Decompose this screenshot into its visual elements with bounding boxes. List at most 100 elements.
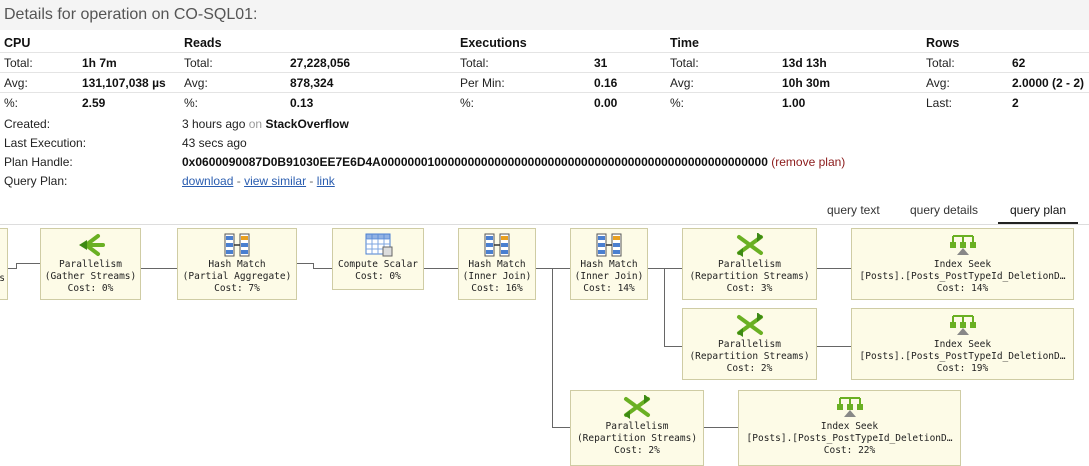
tab-bar: query text query details query plan: [0, 200, 1089, 224]
node-cost: Cost: 0%: [355, 271, 401, 282]
node-title: Index Seek: [933, 339, 992, 350]
time-header: Time: [670, 35, 699, 50]
node-title: Index Seek: [820, 421, 879, 432]
node-cost: Cost: 22%: [823, 445, 876, 456]
tab-query-plan[interactable]: query plan: [998, 200, 1079, 224]
plan-edge: [648, 268, 682, 269]
stat-value: 2.0000 (2 - 2): [1008, 72, 1089, 93]
stat-label: %:: [456, 92, 590, 112]
plan-node-index-seek-1[interactable]: Index Seek [Posts].[Posts_PostTypeId_Del…: [851, 228, 1074, 300]
stat-label: Avg:: [0, 72, 78, 93]
plan-node-parallelism-repartition-1[interactable]: Parallelism (Repartition Streams) Cost: …: [682, 228, 817, 300]
plan-node-parallelism-gather[interactable]: Parallelism (Gather Streams) Cost: 0%: [40, 228, 141, 300]
stat-label: %:: [0, 92, 78, 112]
rows-header: Rows: [926, 35, 960, 50]
plan-edge: [424, 268, 458, 269]
node-cost: Cost: 0%: [67, 283, 114, 294]
node-cost: Cost: 14%: [936, 283, 989, 294]
stat-value: 0.16: [590, 72, 666, 93]
last-exec-label: Last Execution:: [4, 136, 87, 150]
stat-label: Total:: [456, 52, 590, 73]
node-title: Parallelism: [718, 339, 781, 350]
stat-label: Avg:: [922, 72, 1008, 93]
plan-edge: [16, 263, 40, 264]
query-plan-diagram: s Parallelism (Gather Streams) Cost: 0% …: [0, 225, 1089, 466]
stat-value: 1.00: [778, 92, 922, 112]
hash-match-icon: [224, 233, 250, 257]
plan-node-index-seek-3[interactable]: Index Seek [Posts].[Posts_PostTypeId_Del…: [738, 390, 961, 466]
plan-node-hash-match-aggregate[interactable]: Hash Match (Partial Aggregate) Cost: 7%: [177, 228, 297, 300]
remove-plan-link[interactable]: (remove plan): [771, 155, 845, 169]
node-subtitle: [Posts].[Posts_PostTypeId_DeletionD…: [859, 271, 1066, 282]
stat-value: 0.00: [590, 92, 666, 112]
parallelism-icon: [736, 233, 763, 257]
separator: -: [236, 174, 241, 188]
stat-label: Total:: [922, 52, 1008, 73]
stat-value: 2.59: [78, 92, 180, 112]
node-subtitle: (Gather Streams): [44, 271, 137, 282]
node-title: Index Seek: [933, 259, 992, 270]
plan-edge: [664, 268, 665, 347]
plan-edge: [552, 427, 570, 428]
stat-value: 1h 7m: [78, 52, 180, 73]
node-cost: Cost: 16%: [471, 283, 523, 294]
plan-node-parallelism-repartition-3[interactable]: Parallelism (Repartition Streams) Cost: …: [570, 390, 704, 466]
link-link[interactable]: link: [317, 174, 335, 188]
last-exec-value: 43 secs ago: [182, 136, 247, 150]
stat-label: Total:: [666, 52, 778, 73]
reads-header: Reads: [184, 35, 222, 50]
stat-value: 13d 13h: [778, 52, 922, 73]
index-seek-icon: [836, 397, 863, 417]
view-similar-link[interactable]: view similar: [244, 174, 306, 188]
stat-value: 0.13: [286, 92, 456, 112]
stat-value: 31: [590, 52, 666, 73]
tab-query-text[interactable]: query text: [815, 200, 892, 222]
node-cost: Cost: 14%: [583, 283, 635, 294]
plan-edge: [8, 268, 16, 269]
created-db: StackOverflow: [265, 117, 349, 131]
node-subtitle: (Inner Join): [574, 271, 644, 282]
node-title: Compute Scalar: [337, 259, 419, 270]
stat-value: 27,228,056: [286, 52, 456, 73]
separator: -: [309, 174, 314, 188]
node-subtitle: (Repartition Streams): [689, 351, 810, 362]
stat-value: 2: [1008, 92, 1089, 112]
plan-edge: [817, 346, 851, 347]
plan-node-index-seek-2[interactable]: Index Seek [Posts].[Posts_PostTypeId_Del…: [851, 308, 1074, 380]
node-title: Hash Match: [208, 259, 266, 270]
node-subtitle: (Repartition Streams): [576, 433, 698, 444]
stat-label: %:: [180, 92, 286, 112]
hash-match-icon: [596, 233, 622, 257]
plan-node-hash-match-join-2[interactable]: Hash Match (Inner Join) Cost: 14%: [570, 228, 648, 300]
plan-edge: [297, 263, 313, 264]
download-link[interactable]: download: [182, 174, 233, 188]
node-subtitle: (Inner Join): [462, 271, 532, 282]
tab-query-details[interactable]: query details: [898, 200, 990, 222]
node-title: Parallelism: [59, 259, 122, 270]
node-subtitle: (Repartition Streams): [689, 271, 810, 282]
query-plan-label: Query Plan:: [4, 174, 68, 188]
hash-match-icon: [484, 233, 510, 257]
plan-edge: [664, 346, 682, 347]
stat-value: 131,107,038 µs: [78, 72, 180, 93]
stat-label: Avg:: [666, 72, 778, 93]
plan-node-compute-scalar[interactable]: Compute Scalar Cost: 0%: [332, 228, 424, 290]
stat-value: 878,324: [286, 72, 456, 93]
node-cost: Cost: 2%: [726, 363, 773, 374]
node-title: Hash Match: [580, 259, 638, 270]
plan-node-partial[interactable]: s: [0, 228, 8, 300]
page-title: Details for operation on CO-SQL01:: [4, 6, 258, 23]
node-subtitle: [Posts].[Posts_PostTypeId_DeletionD…: [859, 351, 1066, 362]
plan-edge: [817, 268, 851, 269]
plan-node-hash-match-join-1[interactable]: Hash Match (Inner Join) Cost: 16%: [458, 228, 536, 300]
plan-node-parallelism-repartition-2[interactable]: Parallelism (Repartition Streams) Cost: …: [682, 308, 817, 380]
parallelism-icon: [78, 234, 105, 256]
node-cost: Cost: 3%: [726, 283, 773, 294]
stat-label: Total:: [180, 52, 286, 73]
created-time: 3 hours ago: [182, 117, 246, 131]
stat-label: Total:: [0, 52, 78, 73]
stat-label: Per Min:: [456, 72, 590, 93]
plan-edge: [313, 268, 332, 269]
node-title: Parallelism: [605, 421, 669, 432]
node-subtitle: (Partial Aggregate): [182, 271, 292, 282]
